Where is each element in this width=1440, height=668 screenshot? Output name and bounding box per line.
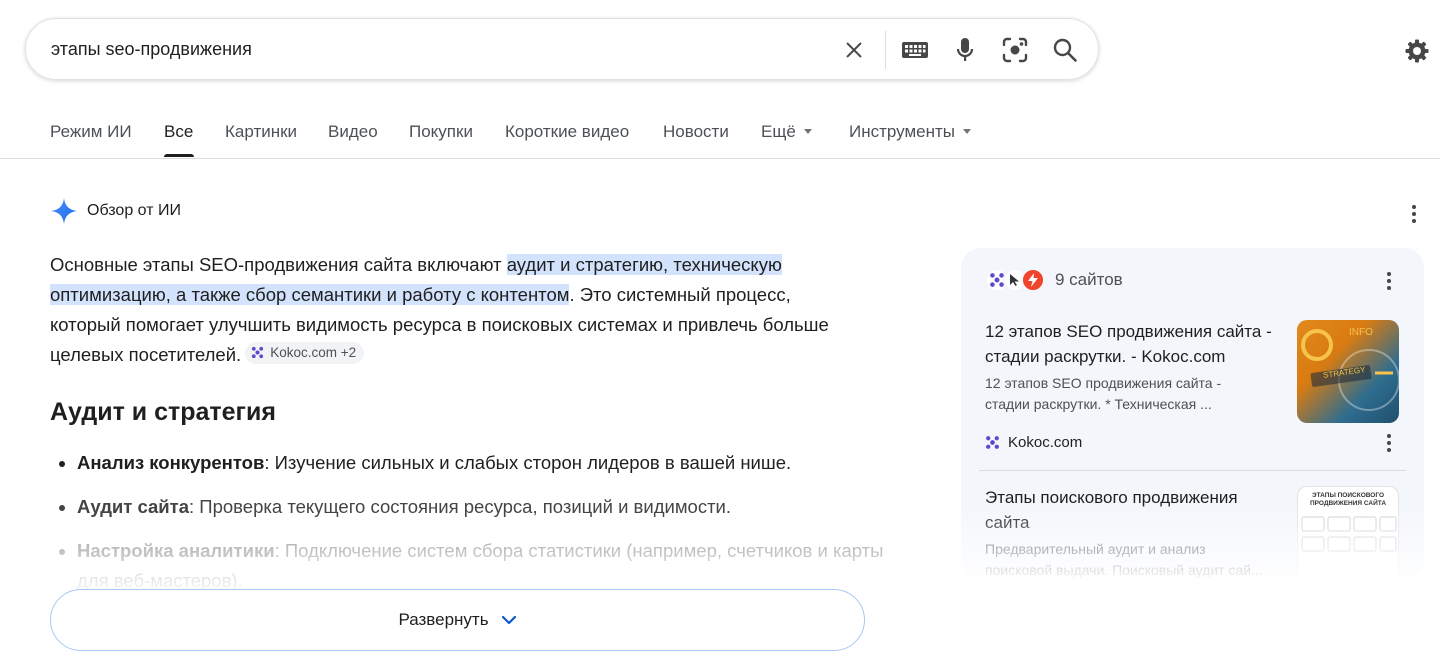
chevron-down-icon: [501, 615, 516, 625]
source-chip-label: Kokoc.com +2: [270, 344, 357, 360]
tab-tools-label: Инструменты: [849, 122, 956, 141]
settings-gear-icon[interactable]: [1402, 36, 1432, 66]
ai-overview-header: Обзор от ИИ: [50, 197, 181, 225]
clear-icon[interactable]: [839, 35, 869, 65]
ai-overview-title: Обзор от ИИ: [87, 202, 181, 219]
tab-all[interactable]: Все: [164, 122, 193, 142]
summary-text-start: Основные этапы SEO-продвижения сайта вкл…: [50, 254, 507, 275]
tab-tools[interactable]: Инструменты: [849, 122, 972, 142]
source-card-more-icon[interactable]: [1379, 433, 1399, 453]
search-bar[interactable]: этапы seo-продвижения: [25, 18, 1099, 80]
sources-panel: 9 сайтов 12 этапов SEO продвижения сайта…: [961, 248, 1424, 580]
keyboard-icon[interactable]: [900, 35, 930, 65]
chevron-down-icon: [803, 129, 812, 135]
source-card-thumbnail[interactable]: INFO STRATEGY: [1297, 320, 1399, 423]
sources-count: 9 сайтов: [1055, 270, 1123, 289]
ai-summary: Основные этапы SEO-продвижения сайта вкл…: [50, 250, 865, 370]
tab-news[interactable]: Новости: [663, 122, 729, 142]
source-card-snippet: 12 этапов SEO продвижения сайта - стадии…: [985, 375, 1222, 412]
kokoc-favicon-icon: [986, 436, 999, 449]
tab-ai-mode[interactable]: Режим ИИ: [50, 122, 132, 142]
search-tabs: Режим ИИ Все Картинки Видео Покупки Коро…: [0, 110, 1440, 159]
sources-header[interactable]: 9 сайтов: [985, 268, 1123, 292]
active-tab-indicator: [164, 154, 194, 157]
source-card-title[interactable]: Этапы поискового продвижения сайта: [985, 485, 1275, 535]
kokoc-favicon-icon: [252, 346, 264, 359]
bullet-list: Анализ конкурентов: Изучение сильных и с…: [50, 448, 907, 610]
thumbnail-text: INFO: [1349, 327, 1373, 338]
list-item: Аудит сайта: Проверка текущего состояния…: [77, 492, 907, 522]
expand-button[interactable]: Развернуть: [50, 589, 865, 651]
bullet-text: : Проверка текущего состояния ресурса, п…: [189, 496, 732, 517]
gemini-sparkle-icon: [51, 198, 77, 224]
ai-overview-more-icon[interactable]: [1404, 204, 1424, 224]
tab-videos[interactable]: Видео: [328, 122, 378, 142]
tab-more[interactable]: Ещё: [761, 122, 812, 142]
source-card-snippet: Предварительный аудит и анализ поисковой…: [985, 541, 1263, 578]
sources-more-icon[interactable]: [1379, 271, 1399, 291]
bullet-text: : Изучение сильных и слабых сторон лидер…: [264, 452, 792, 473]
source-site-name: Kokoc.com: [1008, 434, 1083, 451]
source-card-thumbnail[interactable]: ЭТАПЫ ПОИСКОВОГО ПРОДВИЖЕНИЯ САЙТА: [1297, 486, 1399, 580]
chevron-down-icon: [963, 129, 972, 135]
bullet-term: Аудит сайта: [77, 496, 190, 517]
list-item: Анализ конкурентов: Изучение сильных и с…: [77, 448, 907, 478]
infographic-grid-icon: [1301, 516, 1397, 552]
tab-short-videos[interactable]: Короткие видео: [505, 122, 629, 142]
list-item: Настройка аналитики: Подключение систем …: [77, 536, 907, 596]
source-card-title[interactable]: 12 этапов SEO продвижения сайта - стадии…: [985, 319, 1285, 369]
bullet-term: Настройка аналитики: [77, 540, 275, 561]
source-card-site[interactable]: Kokoc.com: [985, 434, 1082, 451]
lightning-favicon-icon: [1021, 268, 1045, 292]
tab-shopping[interactable]: Покупки: [409, 122, 473, 142]
source-chip[interactable]: Kokoc.com +2: [245, 341, 365, 364]
search-input[interactable]: этапы seo-продвижения: [51, 39, 252, 60]
search-icon[interactable]: [1050, 35, 1080, 65]
tab-images[interactable]: Картинки: [225, 122, 297, 142]
expand-button-label: Развернуть: [398, 610, 489, 629]
microphone-icon[interactable]: [950, 35, 980, 65]
tab-more-label: Ещё: [761, 122, 796, 141]
lens-camera-icon[interactable]: [1000, 35, 1030, 65]
search-divider: [885, 31, 886, 69]
card-divider: [979, 470, 1406, 471]
bullet-term: Анализ конкурентов: [77, 452, 265, 473]
section-heading: Аудит и стратегия: [50, 398, 276, 426]
